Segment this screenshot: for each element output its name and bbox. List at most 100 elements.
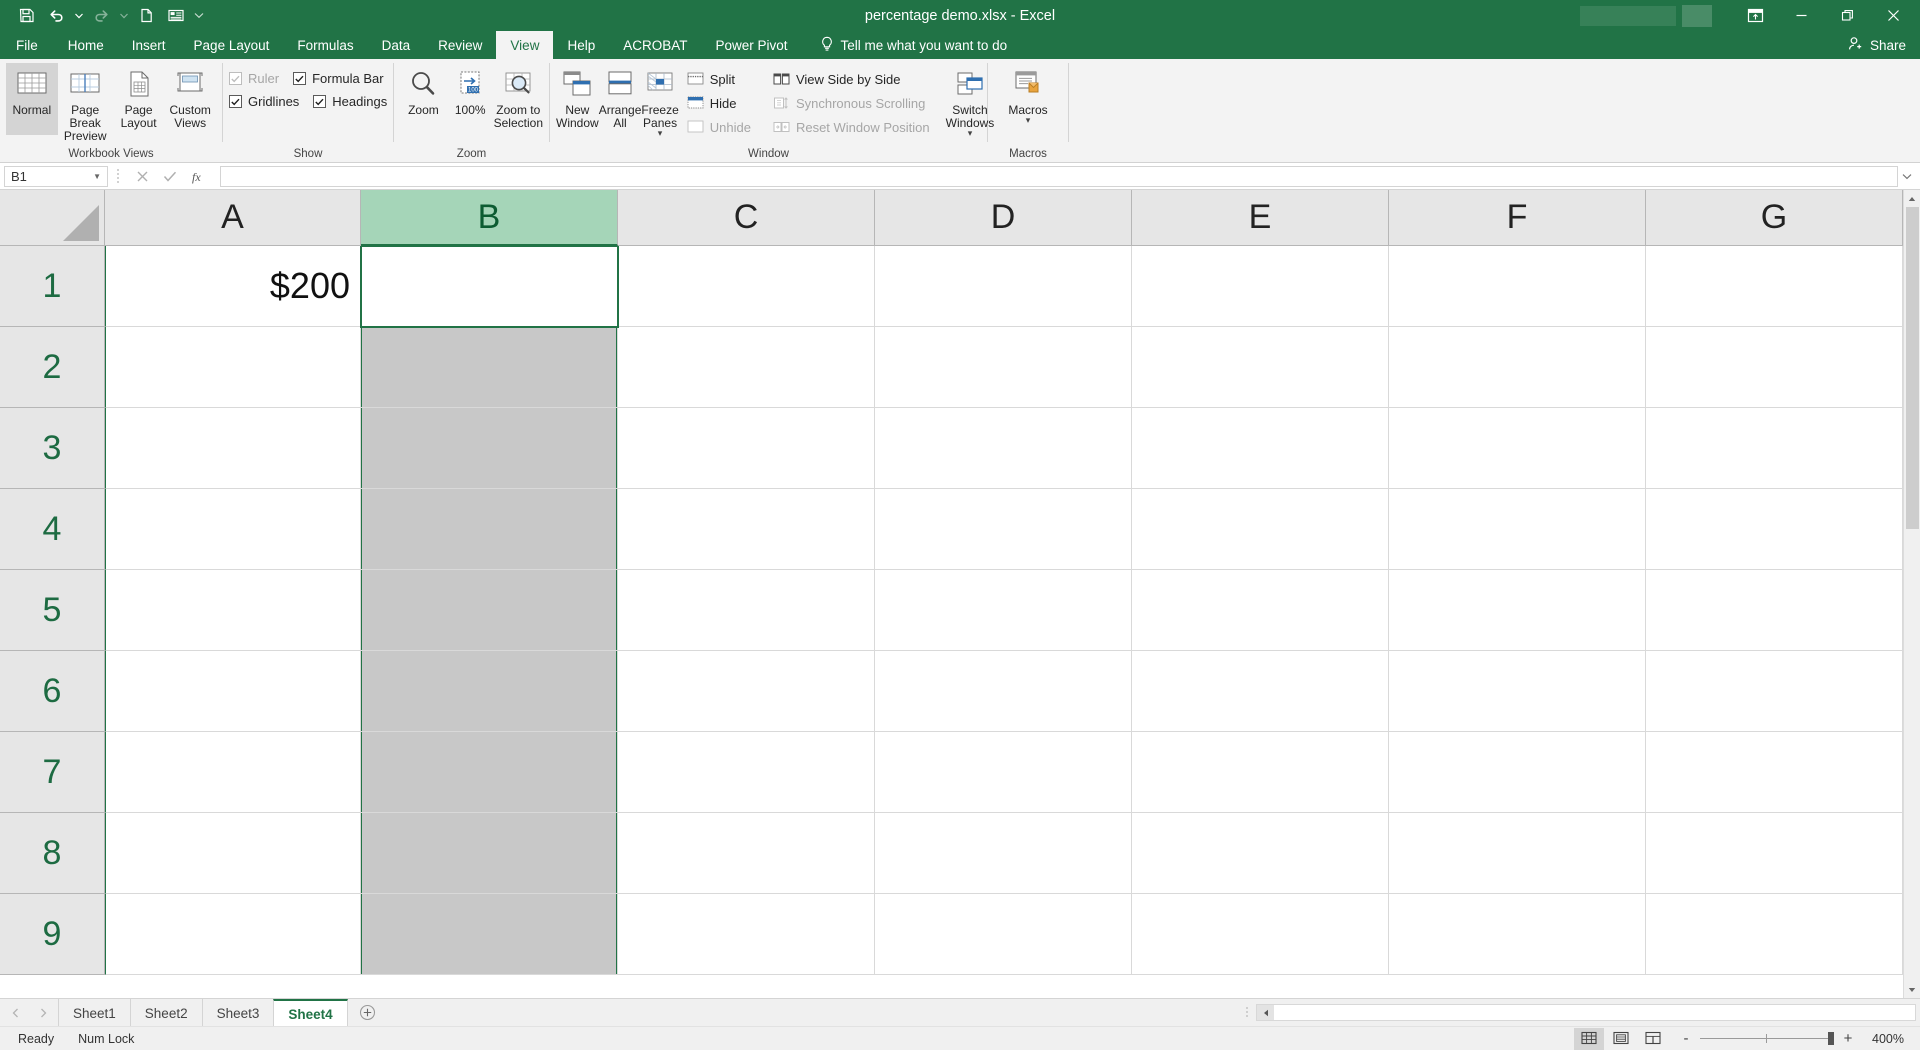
- insert-function-button[interactable]: fx: [184, 166, 212, 187]
- row-header-8[interactable]: 8: [0, 813, 105, 894]
- new-window-button[interactable]: New Window: [556, 63, 599, 135]
- gridlines-checkbox[interactable]: Gridlines: [229, 94, 299, 109]
- cell-E1[interactable]: [1132, 246, 1389, 327]
- column-header-F[interactable]: F: [1389, 190, 1646, 246]
- cell-D5[interactable]: [875, 570, 1132, 651]
- cell-C8[interactable]: [618, 813, 875, 894]
- expand-formula-bar-button[interactable]: [1898, 166, 1916, 187]
- row-header-2[interactable]: 2: [0, 327, 105, 408]
- cell-A2[interactable]: [105, 327, 361, 408]
- cell-C4[interactable]: [618, 489, 875, 570]
- select-all-corner[interactable]: [0, 190, 105, 246]
- horizontal-scrollbar-track[interactable]: [1274, 1005, 1915, 1020]
- cell-E2[interactable]: [1132, 327, 1389, 408]
- add-sheet-button[interactable]: [348, 999, 388, 1026]
- switch-windows-button[interactable]: Switch Windows ▾: [946, 63, 994, 138]
- synchronous-scrolling-button[interactable]: Synchronous Scrolling: [769, 93, 934, 113]
- formula-input[interactable]: [220, 165, 1898, 187]
- cell-B5[interactable]: [361, 570, 618, 651]
- cell-A4[interactable]: [105, 489, 361, 570]
- view-side-by-side-button[interactable]: View Side by Side: [769, 69, 934, 89]
- formula-bar-checkbox[interactable]: Formula Bar: [293, 71, 384, 86]
- zoom-slider-thumb[interactable]: [1828, 1032, 1834, 1045]
- ribbon-tab-help[interactable]: Help: [553, 31, 609, 59]
- ribbon-tab-power-pivot[interactable]: Power Pivot: [701, 31, 801, 59]
- customize-qat-icon[interactable]: [192, 4, 205, 28]
- switch-windows-caret-icon[interactable]: ▾: [968, 129, 973, 138]
- cell-D8[interactable]: [875, 813, 1132, 894]
- cell-E6[interactable]: [1132, 651, 1389, 732]
- cell-G8[interactable]: [1646, 813, 1903, 894]
- zoom-100-button[interactable]: 100 100%: [447, 63, 494, 135]
- cell-F2[interactable]: [1389, 327, 1646, 408]
- cell-E8[interactable]: [1132, 813, 1389, 894]
- column-header-C[interactable]: C: [618, 190, 875, 246]
- previous-sheet-arrow-icon[interactable]: [8, 1003, 22, 1023]
- ruler-checkbox[interactable]: Ruler: [229, 71, 279, 86]
- status-normal-view-button[interactable]: [1574, 1027, 1604, 1050]
- ribbon-display-options-icon[interactable]: [1732, 0, 1778, 31]
- cell-F6[interactable]: [1389, 651, 1646, 732]
- cell-D9[interactable]: [875, 894, 1132, 975]
- sheet-tab-sheet2[interactable]: Sheet2: [129, 999, 202, 1027]
- cell-A3[interactable]: [105, 408, 361, 489]
- name-box-caret-icon[interactable]: ▼: [93, 172, 101, 181]
- ribbon-tab-data[interactable]: Data: [368, 31, 425, 59]
- cell-F4[interactable]: [1389, 489, 1646, 570]
- arrange-all-button[interactable]: Arrange All: [599, 63, 641, 135]
- zoom-out-button[interactable]: -: [1680, 1030, 1692, 1047]
- cell-F7[interactable]: [1389, 732, 1646, 813]
- cell-C1[interactable]: [618, 246, 875, 327]
- cell-B2[interactable]: [361, 327, 618, 408]
- cell-C2[interactable]: [618, 327, 875, 408]
- minimize-button[interactable]: [1778, 0, 1824, 31]
- zoom-level-label[interactable]: 400%: [1866, 1032, 1914, 1046]
- freeze-panes-caret-icon[interactable]: ▾: [658, 129, 663, 138]
- cell-B6[interactable]: [361, 651, 618, 732]
- ribbon-tab-insert[interactable]: Insert: [118, 31, 180, 59]
- cell-D3[interactable]: [875, 408, 1132, 489]
- hide-button[interactable]: Hide: [683, 93, 755, 113]
- row-header-5[interactable]: 5: [0, 570, 105, 651]
- cell-F9[interactable]: [1389, 894, 1646, 975]
- status-page-layout-view-button[interactable]: [1606, 1028, 1636, 1050]
- cell-C6[interactable]: [618, 651, 875, 732]
- cell-A8[interactable]: [105, 813, 361, 894]
- tell-me-box[interactable]: Tell me what you want to do: [802, 31, 1007, 59]
- cell-D2[interactable]: [875, 327, 1132, 408]
- cell-E3[interactable]: [1132, 408, 1389, 489]
- column-header-B[interactable]: B: [361, 190, 618, 246]
- freeze-panes-button[interactable]: Freeze Panes ▾: [641, 63, 679, 138]
- page-break-preview-button[interactable]: Page Break Preview: [58, 63, 113, 143]
- reset-window-position-button[interactable]: Reset Window Position: [769, 117, 934, 137]
- cell-C5[interactable]: [618, 570, 875, 651]
- headings-checkbox[interactable]: Headings: [313, 94, 387, 109]
- column-header-D[interactable]: D: [875, 190, 1132, 246]
- cell-B4[interactable]: [361, 489, 618, 570]
- custom-views-button[interactable]: Custom Views: [164, 63, 216, 135]
- zoom-slider-track[interactable]: [1700, 1032, 1834, 1045]
- vertical-scrollbar-track[interactable]: [1903, 207, 1920, 981]
- ribbon-tab-file[interactable]: File: [0, 31, 54, 59]
- cell-B9[interactable]: [361, 894, 618, 975]
- status-page-break-preview-button[interactable]: [1638, 1028, 1668, 1050]
- cell-F3[interactable]: [1389, 408, 1646, 489]
- ribbon-tab-view[interactable]: View: [496, 31, 554, 59]
- cell-C9[interactable]: [618, 894, 875, 975]
- zoom-to-selection-button[interactable]: Zoom to Selection: [494, 63, 543, 135]
- unhide-button[interactable]: Unhide: [683, 117, 755, 137]
- row-header-3[interactable]: 3: [0, 408, 105, 489]
- new-icon[interactable]: [132, 4, 160, 28]
- ribbon-tab-review[interactable]: Review: [424, 31, 496, 59]
- save-icon[interactable]: [12, 4, 40, 28]
- redo-icon[interactable]: [87, 4, 115, 28]
- cell-A7[interactable]: [105, 732, 361, 813]
- cell-D1[interactable]: [875, 246, 1132, 327]
- cell-G6[interactable]: [1646, 651, 1903, 732]
- vertical-scrollbar[interactable]: [1903, 190, 1920, 998]
- vertical-scrollbar-thumb[interactable]: [1905, 207, 1919, 529]
- undo-icon[interactable]: [42, 4, 70, 28]
- row-header-9[interactable]: 9: [0, 894, 105, 975]
- cell-A9[interactable]: [105, 894, 361, 975]
- ribbon-tab-formulas[interactable]: Formulas: [283, 31, 367, 59]
